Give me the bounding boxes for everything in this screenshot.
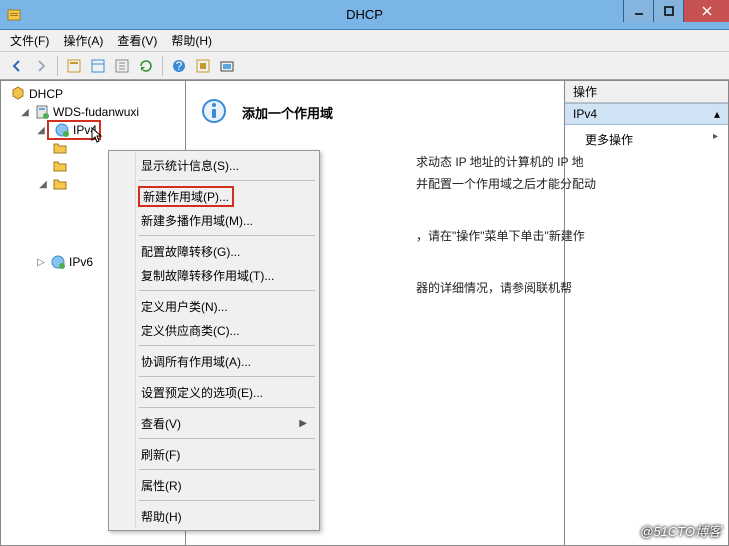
menu-separator [139, 290, 315, 291]
info-icon [200, 97, 228, 125]
content-line-4: 器的详细情况，请参阅联机帮 [416, 277, 726, 299]
tree-ipv4[interactable]: ◢ IPv4 [3, 121, 185, 139]
toolbar-btn-2[interactable] [87, 55, 109, 77]
collapse-icon[interactable]: ◢ [19, 106, 31, 118]
nav-forward-button[interactable] [30, 55, 52, 77]
actions-subheader[interactable]: IPv4 ▴ [565, 103, 728, 125]
collapse-icon[interactable]: ◢ [35, 124, 47, 136]
ipv4-icon [54, 122, 70, 138]
titlebar: DHCP [0, 0, 729, 30]
tree-root-label: DHCP [29, 87, 63, 101]
dhcp-icon [10, 86, 26, 102]
menu-user-class[interactable]: 定义用户类(N)... [111, 294, 317, 318]
content-line-3: ，请在"操作"菜单下单击"新建作 [416, 225, 726, 247]
menu-action[interactable]: 操作(A) [63, 32, 103, 49]
collapse-icon[interactable]: ◢ [37, 178, 49, 190]
toolbar-btn-1[interactable] [63, 55, 85, 77]
menu-view[interactable]: 查看(V)▶ [111, 411, 317, 435]
menu-separator [139, 407, 315, 408]
content-line-2: 并配置一个作用域之后才能分配动 [416, 173, 726, 195]
refresh-button[interactable] [135, 55, 157, 77]
menu-stats[interactable]: 显示统计信息(S)... [111, 153, 317, 177]
maximize-button[interactable] [653, 0, 683, 22]
menu-vendor-class[interactable]: 定义供应商类(C)... [111, 318, 317, 342]
menu-refresh[interactable]: 刷新(F) [111, 442, 317, 466]
menu-separator [139, 500, 315, 501]
menu-reconcile[interactable]: 协调所有作用域(A)... [111, 349, 317, 373]
folder-icon [52, 140, 68, 156]
window-controls [623, 0, 729, 22]
window-title: DHCP [346, 7, 383, 22]
menu-separator [139, 438, 315, 439]
toolbar-btn-4[interactable] [192, 55, 214, 77]
minimize-button[interactable] [623, 0, 653, 22]
content-heading: 添加一个作用域 [242, 103, 333, 122]
close-button[interactable] [683, 0, 729, 22]
content-body: 求动态 IP 地址的计算机的 IP 地 并配置一个作用域之后才能分配动 ，请在"… [416, 151, 726, 299]
menu-help[interactable]: 帮助(H) [171, 32, 212, 49]
chevron-right-icon: ▸ [713, 131, 718, 142]
tree-ipv6-label: IPv6 [69, 255, 93, 269]
expand-icon[interactable]: ▷ [35, 256, 47, 268]
tree-server-label: WDS-fudanwuxi [53, 105, 139, 119]
menu-view[interactable]: 查看(V) [117, 32, 157, 49]
menu-separator [139, 469, 315, 470]
tree-root[interactable]: DHCP [3, 85, 185, 103]
toolbar-btn-5[interactable] [216, 55, 238, 77]
app-icon [0, 7, 28, 23]
context-menu: 显示统计信息(S)... 新建作用域(P)... 新建多播作用域(M)... 配… [108, 150, 320, 531]
actions-header: 操作 [565, 81, 728, 103]
tree-server[interactable]: ◢ WDS-fudanwuxi [3, 103, 185, 121]
menu-properties[interactable]: 属性(R) [111, 473, 317, 497]
folder-icon [52, 176, 68, 192]
ipv6-icon [50, 254, 66, 270]
toolbar-btn-3[interactable] [111, 55, 133, 77]
content-line-1: 求动态 IP 地址的计算机的 IP 地 [416, 151, 726, 173]
actions-pane: 操作 IPv4 ▴ 更多操作 ▸ [565, 80, 729, 546]
toolbar: ? [0, 52, 729, 80]
svg-text:?: ? [176, 59, 183, 73]
menu-separator [139, 345, 315, 346]
actions-more-label: 更多操作 [585, 133, 633, 147]
menu-separator [139, 376, 315, 377]
nav-back-button[interactable] [6, 55, 28, 77]
folder-icon [52, 158, 68, 174]
menu-file[interactable]: 文件(F) [10, 32, 49, 49]
menu-separator [139, 235, 315, 236]
actions-more[interactable]: 更多操作 ▸ [565, 125, 728, 152]
menu-config-failover[interactable]: 配置故障转移(G)... [111, 239, 317, 263]
menubar: 文件(F) 操作(A) 查看(V) 帮助(H) [0, 30, 729, 52]
help-button[interactable]: ? [168, 55, 190, 77]
server-icon [34, 104, 50, 120]
menu-help[interactable]: 帮助(H) [111, 504, 317, 528]
menu-new-scope[interactable]: 新建作用域(P)... [111, 184, 317, 208]
menu-set-options[interactable]: 设置预定义的选项(E)... [111, 380, 317, 404]
menu-replicate-failover[interactable]: 复制故障转移作用域(T)... [111, 263, 317, 287]
chevron-right-icon: ▶ [299, 418, 307, 429]
actions-subheader-label: IPv4 [573, 107, 597, 121]
chevron-up-icon: ▴ [714, 107, 720, 121]
menu-new-multicast[interactable]: 新建多播作用域(M)... [111, 208, 317, 232]
menu-separator [139, 180, 315, 181]
watermark: @51CTO博客 [640, 521, 721, 540]
